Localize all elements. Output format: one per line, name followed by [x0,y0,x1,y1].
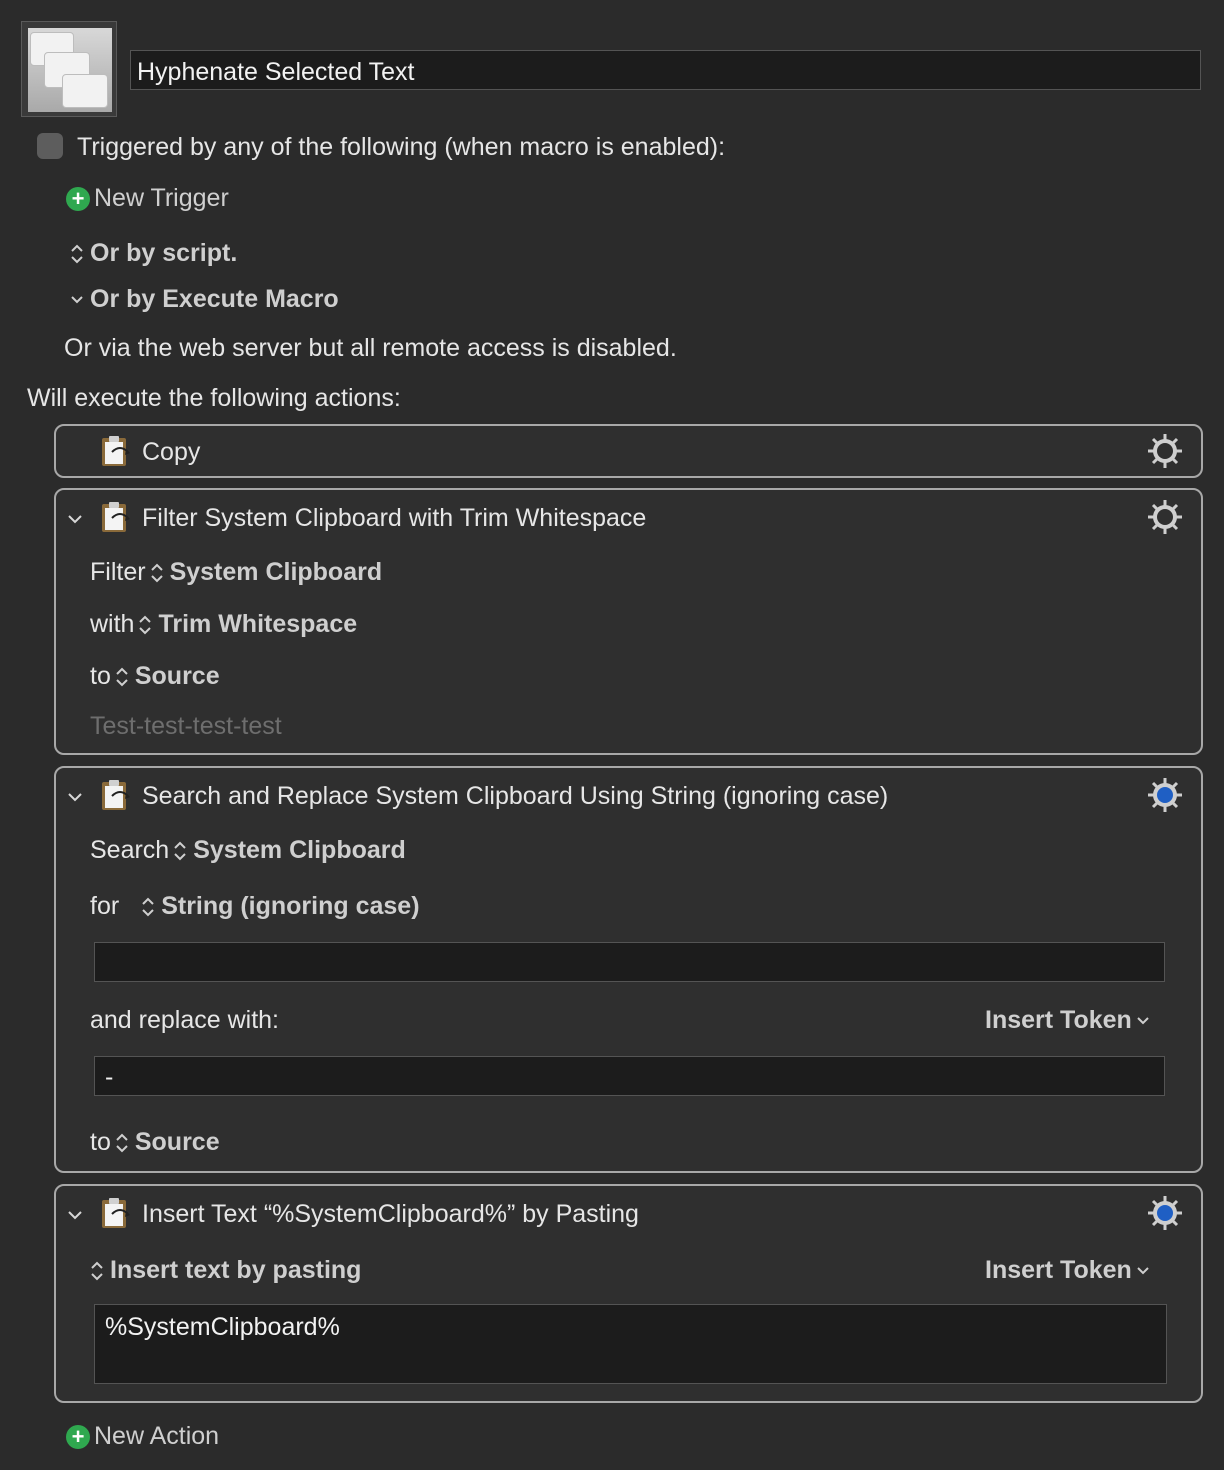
replace-label: and replace with: [90,1006,280,1034]
insert-token-menu[interactable]: Insert Token [985,1006,1156,1035]
for-row: for String (ignoring case) [90,892,420,921]
destination-value: Source [134,662,220,690]
gear-icon[interactable] [1146,776,1184,814]
insert-token-label: Insert Token [985,1006,1132,1034]
destination-popup[interactable]: Source [111,662,220,690]
stepper-icon [116,667,128,687]
gear-icon[interactable] [1146,498,1184,536]
action-title: Search and Replace System Clipboard Usin… [142,782,889,810]
plus-icon: + [66,1424,90,1449]
chevron-down-icon[interactable] [66,788,84,806]
chevron-down-icon[interactable] [66,1206,84,1224]
replace-text-field[interactable]: - [94,1056,1165,1096]
macro-name-field[interactable]: Hyphenate Selected Text [130,50,1201,90]
to-row: to Source [90,1128,220,1157]
web-server-note: Or via the web server but all remote acc… [64,334,677,362]
action-search-replace[interactable]: Search and Replace System Clipboard Usin… [54,766,1203,1173]
stepper-icon [174,841,186,861]
search-type-value: String (ignoring case) [161,892,420,920]
search-text-field[interactable] [94,942,1165,982]
stepper-icon [116,1133,128,1153]
action-filter[interactable]: Filter System Clipboard with Trim Whites… [54,488,1203,755]
filter-source-popup[interactable]: System Clipboard [146,558,383,586]
plus-icon: + [66,186,90,211]
chevron-down-icon [1137,1267,1149,1275]
stepper-icon [139,615,152,635]
chevron-down-icon [71,296,83,304]
to-row: to Source [90,662,220,691]
or-by-execute-macro-toggle[interactable]: Or by Execute Macro [66,285,339,314]
to-label: to [90,1128,111,1156]
chevron-down-icon[interactable] [66,510,84,528]
destination-value: Source [134,1128,220,1156]
search-source-popup[interactable]: System Clipboard [169,836,406,864]
search-label: Search [90,836,170,864]
action-copy[interactable]: Copy [54,424,1203,478]
new-trigger-label: New Trigger [94,184,229,212]
chevron-down-icon [1137,1017,1149,1025]
stepper-icon [91,1261,103,1281]
action-insert-text[interactable]: Insert Text “%SystemClipboard%” by Pasti… [54,1184,1203,1403]
action-title: Insert Text “%SystemClipboard%” by Pasti… [142,1200,639,1228]
search-row: Search System Clipboard [90,836,406,865]
filter-type-popup[interactable]: Trim Whitespace [134,610,357,638]
insert-token-label: Insert Token [985,1256,1132,1284]
for-label: for [90,892,120,920]
filter-source-value: System Clipboard [169,558,383,586]
gear-icon[interactable] [1146,1194,1184,1232]
filter-preview: Test-test-test-test [90,712,282,740]
gear-icon[interactable] [1146,432,1184,470]
trigger-enabled-checkbox[interactable] [37,133,63,159]
new-action-button[interactable]: + New Action [66,1422,219,1451]
search-source-value: System Clipboard [193,836,406,864]
triggers-header: Triggered by any of the following (when … [77,133,726,161]
filter-type-value: Trim Whitespace [158,610,358,638]
action-title: Filter System Clipboard with Trim Whites… [142,504,647,532]
clipboard-action-icon [102,780,130,810]
clipboard-action-icon [102,502,130,532]
stepper-icon [142,897,154,917]
insert-mode-popup[interactable]: Insert text by pasting [86,1256,361,1285]
to-label: to [90,662,111,690]
actions-header: Will execute the following actions: [27,384,401,412]
clipboard-action-icon [102,1198,130,1228]
stepper-icon [150,563,163,583]
filter-label: Filter [90,558,146,586]
stepper-icon [71,244,83,264]
insert-mode-value: Insert text by pasting [110,1256,362,1284]
destination-popup[interactable]: Source [111,1128,220,1156]
action-title: Copy [142,438,201,466]
or-by-execute-macro-label: Or by Execute Macro [90,285,339,313]
with-label: with [90,610,135,638]
insert-text-area[interactable]: %SystemClipboard% [94,1304,1167,1384]
macro-icon[interactable] [21,21,117,117]
new-action-label: New Action [94,1422,220,1450]
clipboard-action-icon [102,436,130,466]
with-row: with Trim Whitespace [90,610,357,639]
insert-token-menu[interactable]: Insert Token [985,1256,1156,1285]
filter-row: Filter System Clipboard [90,558,382,587]
or-by-script-popup[interactable]: Or by script. [66,239,237,268]
new-trigger-button[interactable]: + New Trigger [66,184,229,213]
search-type-popup[interactable]: String (ignoring case) [137,892,420,920]
or-by-script-label: Or by script. [90,239,238,267]
